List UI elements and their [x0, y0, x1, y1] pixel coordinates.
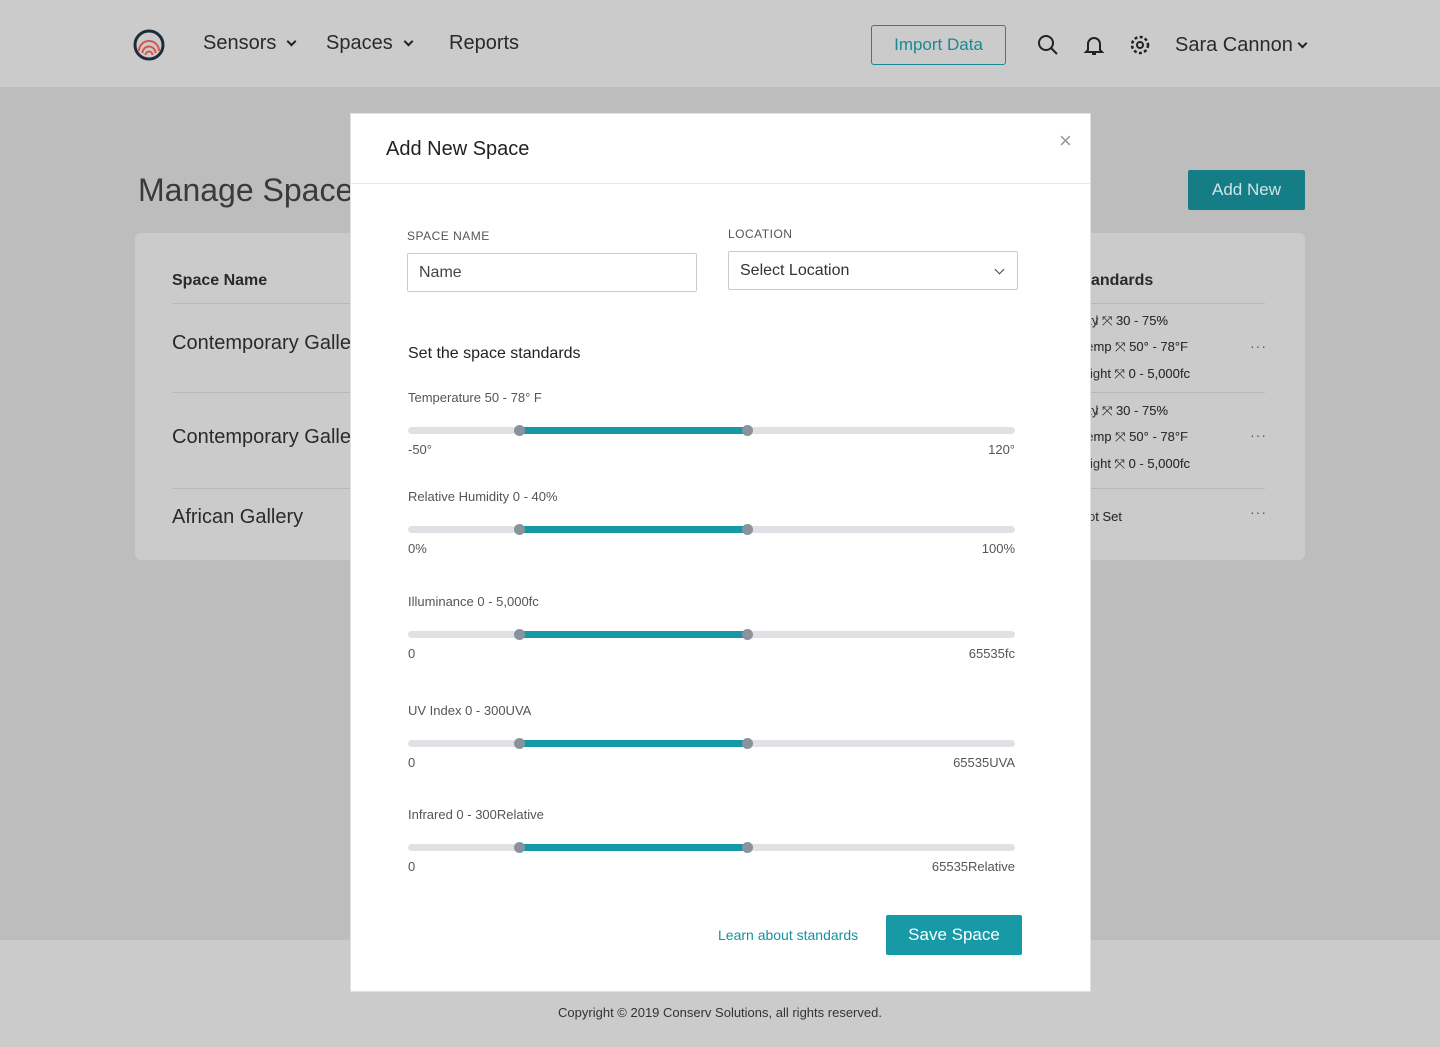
more-options-icon[interactable]: ··· — [1250, 504, 1267, 520]
slider-handle-high[interactable] — [741, 425, 753, 436]
more-options-icon[interactable]: ··· — [1250, 338, 1267, 354]
slider-track[interactable] — [408, 842, 1015, 853]
slider-label: Illuminance 0 - 5,000fc — [408, 594, 539, 609]
learn-standards-link[interactable]: Learn about standards — [718, 927, 858, 943]
conserv-logo[interactable] — [133, 29, 165, 61]
range-slider[interactable]: Infrared 0 - 300Relative 0 65535Relative — [408, 807, 1015, 874]
slider-track[interactable] — [408, 524, 1015, 535]
slider-label: Relative Humidity 0 - 40% — [408, 489, 558, 504]
search-icon[interactable] — [1036, 33, 1060, 57]
nav-spaces[interactable]: Spaces — [326, 32, 414, 55]
nav-label: Reports — [449, 32, 520, 54]
select-value: Select Location — [740, 261, 850, 279]
range-slider[interactable]: Relative Humidity 0 - 40% 0% 100% — [408, 489, 1015, 556]
location-select[interactable]: Select Location — [728, 251, 1018, 290]
slider-max: 65535UVA — [953, 755, 1015, 770]
more-options-icon[interactable]: ··· — [1250, 427, 1267, 443]
slider-fill — [519, 844, 747, 851]
column-header-standards: andards — [1091, 272, 1154, 289]
slider-track[interactable] — [408, 738, 1015, 749]
slider-fill — [519, 631, 747, 638]
slider-handle-low[interactable] — [514, 524, 526, 535]
space-name-input[interactable]: Name — [407, 253, 697, 292]
slider-min: 0% — [408, 541, 427, 556]
slider-min: -50° — [408, 442, 432, 457]
slider-min: 0 — [408, 646, 416, 661]
slider-handle-low[interactable] — [514, 425, 526, 436]
add-new-button[interactable]: Add New — [1188, 170, 1305, 210]
nav-label: Sensors — [203, 32, 277, 54]
space-name-label: SPACE NAME — [407, 229, 490, 243]
save-space-button[interactable]: Save Space — [886, 915, 1022, 955]
chevron-down-icon — [286, 36, 297, 47]
location-label: LOCATION — [728, 227, 793, 241]
slider-handle-high[interactable] — [741, 738, 753, 749]
slider-min: 0 — [408, 859, 416, 874]
slider-fill — [519, 427, 747, 434]
top-nav: Sensors Spaces Reports Import Data Sara … — [0, 0, 1440, 88]
slider-max: 65535fc — [968, 646, 1015, 661]
column-header-name: Space Name — [172, 272, 268, 289]
nav-label: Spaces — [326, 32, 393, 54]
page-title: Manage Spaces — [138, 172, 370, 208]
slider-track[interactable] — [408, 425, 1015, 436]
import-data-button[interactable]: Import Data — [871, 25, 1006, 65]
slider-label: Infrared 0 - 300Relative — [408, 807, 544, 822]
slider-track[interactable] — [408, 629, 1015, 640]
slider-fill — [519, 740, 747, 747]
copyright: Copyright © 2019 Conserv Solutions, all … — [558, 1005, 882, 1020]
user-name: Sara Cannon — [1175, 34, 1293, 56]
slider-max: 65535Relative — [931, 859, 1015, 874]
modal-title: Add New Space — [386, 138, 530, 160]
nav-reports[interactable]: Reports — [449, 32, 519, 55]
add-space-modal: Add New Space × SPACE NAME Name LOCATION… — [350, 113, 1091, 992]
standards-subtitle: Set the space standards — [408, 345, 581, 362]
divider — [351, 183, 1090, 184]
close-icon[interactable]: × — [1059, 128, 1072, 154]
chevron-down-icon — [994, 264, 1005, 275]
range-slider[interactable]: UV Index 0 - 300UVA 0 65535UVA — [408, 703, 1015, 770]
table-row-name[interactable]: African Gallery — [172, 506, 303, 529]
slider-handle-low[interactable] — [514, 629, 526, 640]
table-row-name[interactable]: Contemporary Gallery — [172, 426, 368, 449]
gear-icon[interactable] — [1128, 33, 1152, 57]
slider-label: Temperature 50 - 78° F — [408, 390, 542, 405]
slider-min: 0 — [408, 755, 416, 770]
slider-handle-low[interactable] — [514, 738, 526, 749]
table-row-name[interactable]: Contemporary Gallery — [172, 332, 368, 355]
slider-handle-high[interactable] — [741, 629, 753, 640]
chevron-down-icon — [403, 36, 414, 47]
slider-max: 120° — [988, 442, 1015, 457]
slider-fill — [519, 526, 747, 533]
chevron-down-icon — [1297, 38, 1308, 49]
range-slider[interactable]: Temperature 50 - 78° F -50° 120° — [408, 390, 1015, 457]
range-slider[interactable]: Illuminance 0 - 5,000fc 0 65535fc — [408, 594, 1015, 661]
user-menu[interactable]: Sara Cannon — [1175, 34, 1308, 57]
placeholder: Name — [419, 263, 462, 281]
slider-handle-high[interactable] — [741, 842, 753, 853]
slider-handle-high[interactable] — [741, 524, 753, 535]
slider-max: 100% — [981, 541, 1015, 556]
bell-icon[interactable] — [1082, 33, 1106, 57]
nav-sensors[interactable]: Sensors — [203, 32, 297, 55]
slider-handle-low[interactable] — [514, 842, 526, 853]
slider-label: UV Index 0 - 300UVA — [408, 703, 532, 718]
